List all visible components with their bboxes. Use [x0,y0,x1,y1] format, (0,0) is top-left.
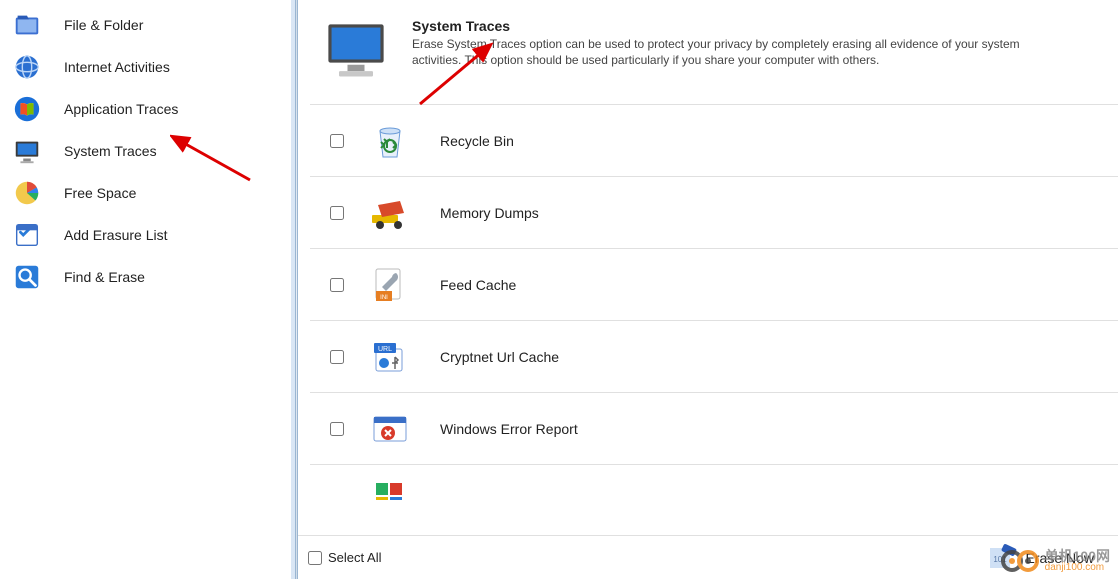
sidebar-item-system-traces[interactable]: System Traces [0,130,291,172]
sidebar-item-file-folder[interactable]: File & Folder [0,4,291,46]
trace-row-feed-cache[interactable]: INI Feed Cache [310,248,1118,320]
header-monitor-icon [322,18,390,86]
trace-label: Recycle Bin [440,133,514,149]
sidebar-item-label: File & Folder [64,17,143,33]
sidebar-item-internet[interactable]: Internet Activities [0,46,291,88]
trace-checkbox[interactable] [330,206,344,220]
page-title: System Traces [412,18,1062,34]
sidebar-item-label: Find & Erase [64,269,145,285]
trace-checkbox[interactable] [330,422,344,436]
search-icon [10,260,44,294]
trace-row-cryptnet-url[interactable]: URL Cryptnet Url Cache [310,320,1118,392]
sidebar: File & Folder Internet Activities Applic… [0,0,295,579]
trace-row-memory-dumps[interactable]: Memory Dumps [310,176,1118,248]
svg-text:URL: URL [378,346,392,353]
trace-row-partial[interactable] [310,464,1118,500]
trace-row-windows-error[interactable]: Windows Error Report [310,392,1118,464]
sidebar-item-label: Application Traces [64,101,178,117]
url-badge-icon: URL [368,335,412,379]
sidebar-item-application[interactable]: Application Traces [0,88,291,130]
trace-label: Feed Cache [440,277,516,293]
trace-label: Memory Dumps [440,205,539,221]
recycle-bin-icon [368,119,412,163]
svg-text:101: 101 [993,555,1007,564]
sidebar-item-free-space[interactable]: Free Space [0,172,291,214]
trace-list: Recycle Bin Memory Dumps INI Feed Cache [310,104,1118,500]
sidebar-item-label: Free Space [64,185,136,201]
monitor-icon [10,134,44,168]
checklist-icon [10,218,44,252]
footer: Select All 101 Erase Now [298,535,1118,579]
select-all-checkbox[interactable] [308,551,322,565]
sidebar-item-label: Add Erasure List [64,227,168,243]
erase-now-button[interactable]: 101 Erase Now [980,538,1100,578]
trace-label: Windows Error Report [440,421,578,437]
dump-truck-icon [368,191,412,235]
header: System Traces Erase System Traces option… [310,8,1118,104]
main-scroll[interactable]: System Traces Erase System Traces option… [298,0,1118,535]
sidebar-item-label: Internet Activities [64,59,170,75]
error-window-icon [368,407,412,451]
sidebar-item-label: System Traces [64,143,157,159]
pie-icon [10,176,44,210]
file-folder-icon [10,8,44,42]
trace-checkbox[interactable] [330,350,344,364]
select-all-label: Select All [328,550,381,565]
trace-checkbox[interactable] [330,278,344,292]
sidebar-item-add-erasure[interactable]: Add Erasure List [0,214,291,256]
erase-now-label: Erase Now [1026,550,1094,566]
windows-icon [10,92,44,126]
globe-icon [10,50,44,84]
trace-row-recycle-bin[interactable]: Recycle Bin [310,104,1118,176]
page-description: Erase System Traces option can be used t… [412,36,1062,68]
trace-checkbox[interactable] [330,134,344,148]
select-all[interactable]: Select All [308,550,381,565]
wrench-ini-icon: INI [368,263,412,307]
main-panel: System Traces Erase System Traces option… [298,0,1118,579]
partial-icon [368,475,412,501]
sidebar-item-find-erase[interactable]: Find & Erase [0,256,291,298]
eraser-icon: 101 [986,542,1018,574]
trace-label: Cryptnet Url Cache [440,349,559,365]
svg-text:INI: INI [380,295,388,301]
